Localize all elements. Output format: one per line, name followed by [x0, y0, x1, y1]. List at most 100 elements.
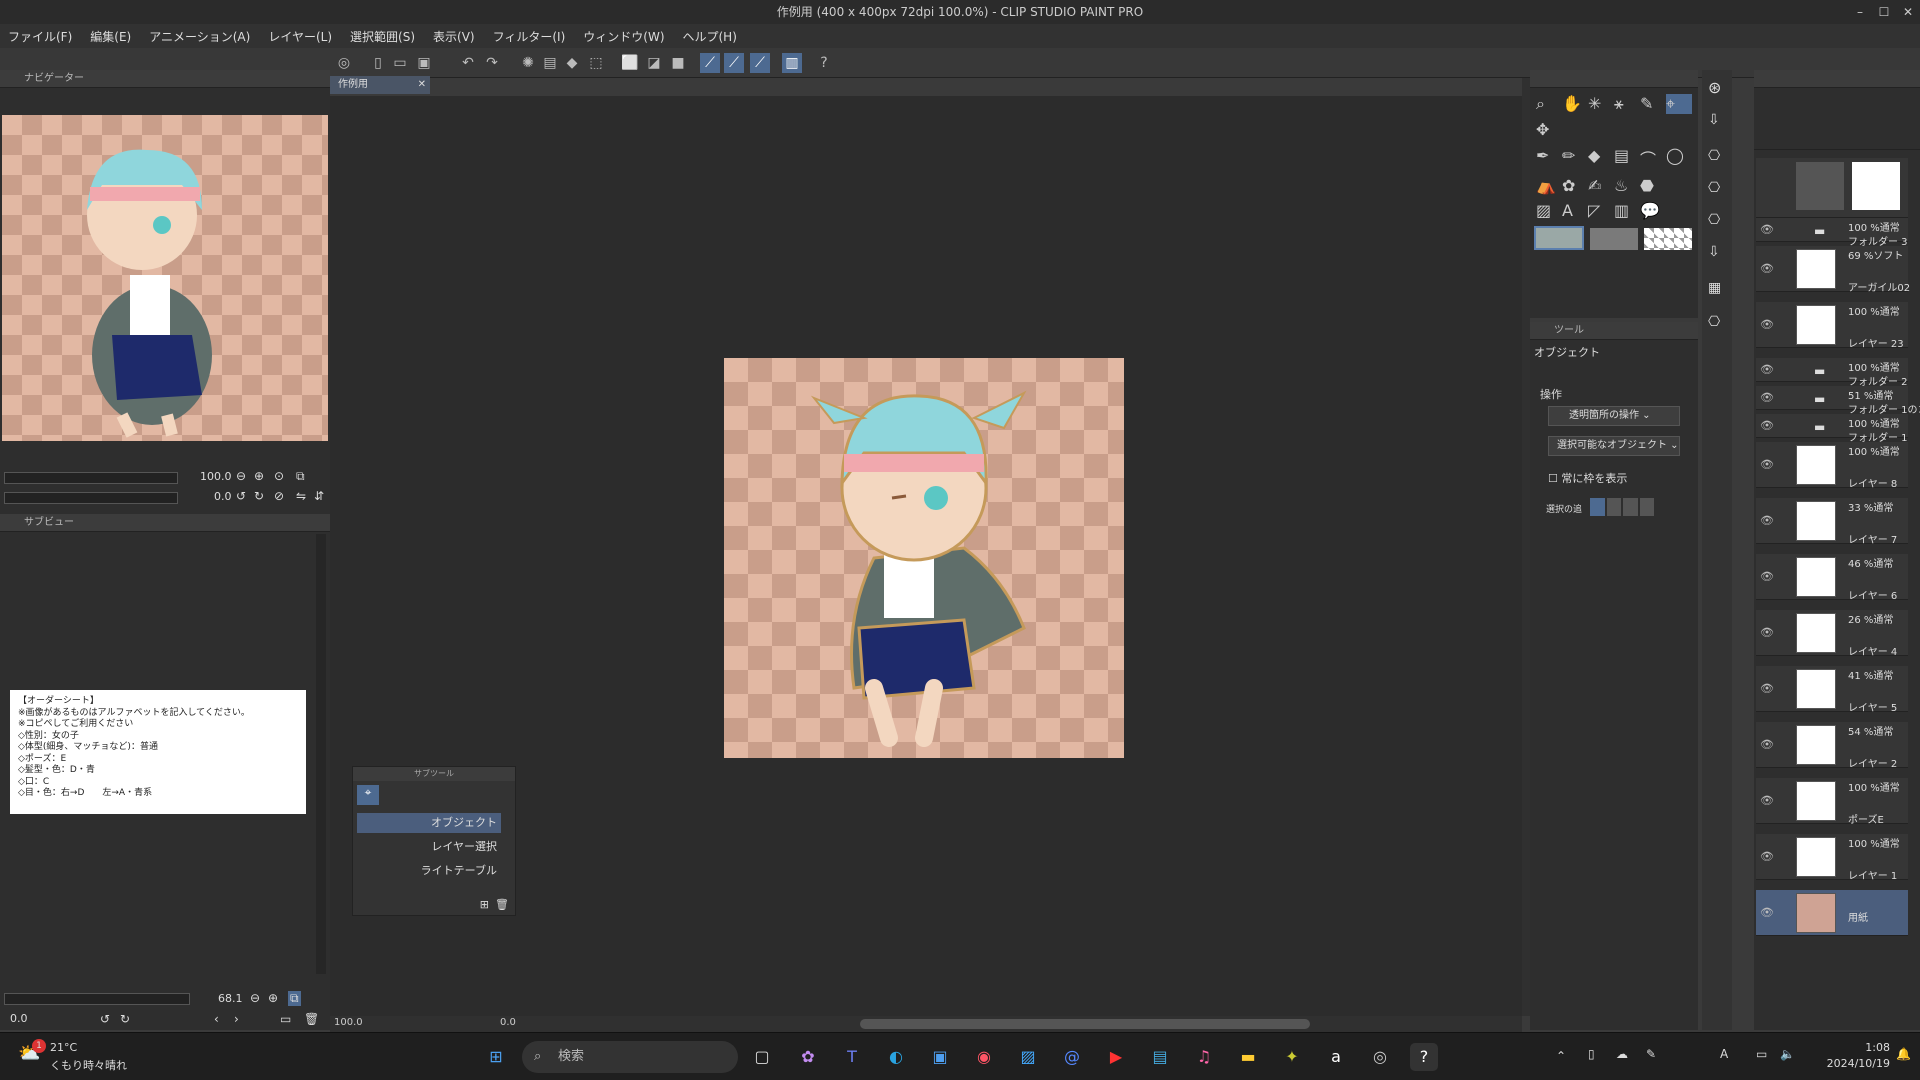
navigator-tab[interactable]: ナビゲーター	[0, 70, 330, 88]
menu-filter[interactable]: フィルター(I)	[493, 28, 566, 45]
clock-time[interactable]: 1:08	[1840, 1041, 1890, 1054]
blend-icon[interactable]: ✍	[1588, 176, 1614, 195]
menu-edit[interactable]: 編集(E)	[90, 28, 131, 45]
menu-help[interactable]: ヘルプ(H)	[683, 28, 737, 45]
horizontal-scrollbar[interactable]	[860, 1019, 1310, 1029]
sonet-icon[interactable]: ✦	[1278, 1043, 1306, 1071]
layer-row[interactable]: 👁 41 %通常 レイヤー 5	[1756, 666, 1908, 714]
fit-icon[interactable]: ⧉	[288, 991, 301, 1006]
sub-color-swatch[interactable]	[1590, 228, 1638, 250]
new-selection-icon[interactable]	[1590, 498, 1605, 516]
windows-start-icon[interactable]: ⊞	[482, 1043, 510, 1071]
transform-icon[interactable]: ⬚	[586, 53, 606, 73]
clear-icon[interactable]: ✺	[518, 53, 538, 73]
flip-vertical-icon[interactable]: ⇵	[314, 489, 324, 503]
auto-select-icon[interactable]: ✳	[1588, 94, 1614, 114]
store-icon[interactable]: ▣	[926, 1043, 954, 1071]
reference-icon[interactable]: ▥	[782, 53, 802, 73]
invert-selection-icon[interactable]: ◪	[644, 53, 664, 73]
clip-studio-taskbar-icon[interactable]: ◎	[1366, 1043, 1394, 1071]
visibility-icon[interactable]: 👁	[1760, 458, 1774, 471]
layer-row[interactable]: 👁 ▬ 100 %通常 フォルダー 3	[1756, 218, 1908, 248]
layer-row[interactable]: 👁 100 %通常 レイヤー 23	[1756, 302, 1908, 350]
object-tool-icon[interactable]: ⌖	[357, 785, 379, 805]
brush-icon[interactable]: ▤	[1614, 146, 1640, 170]
visibility-icon[interactable]: 👁	[1760, 794, 1774, 807]
lasso-icon[interactable]: ◯	[1666, 146, 1692, 170]
next-image-icon[interactable]: ›	[234, 1012, 239, 1026]
new-file-icon[interactable]: ▯	[368, 53, 388, 73]
layer-row[interactable]: 👁 用紙	[1756, 890, 1908, 936]
layer-row[interactable]: 👁 54 %通常 レイヤー 2	[1756, 722, 1908, 770]
fill-icon[interactable]: ◆	[562, 53, 582, 73]
save-icon[interactable]: ▣	[414, 53, 434, 73]
subtool-item-light-table[interactable]: ライトテーブル	[357, 861, 501, 881]
decoration-icon[interactable]: ✿	[1562, 176, 1588, 195]
bucket-icon[interactable]: ⬣	[1640, 176, 1666, 195]
calendar-icon[interactable]: ▦	[1708, 280, 1721, 296]
prev-image-icon[interactable]: ‹	[214, 1012, 219, 1026]
text-icon[interactable]: A	[1562, 201, 1588, 220]
usb-icon[interactable]: ▯	[1588, 1047, 1595, 1061]
vertical-scrollbar[interactable]	[1522, 78, 1530, 1016]
show-frame-checkbox[interactable]: ☐ 常に枠を表示	[1548, 470, 1627, 486]
layer-row[interactable]: 👁 100 %通常 ポーズE	[1756, 778, 1908, 826]
menu-file[interactable]: ファイル(F)	[8, 28, 72, 45]
tray-chevron-icon[interactable]: ⌃	[1556, 1049, 1566, 1063]
pencil-icon[interactable]: ✏	[1562, 146, 1588, 170]
frame-icon[interactable]: ◸	[1588, 201, 1614, 220]
youtube-icon[interactable]: ▶	[1102, 1043, 1130, 1071]
visibility-icon[interactable]: 👁	[1760, 570, 1774, 583]
layer-row[interactable]: 👁 33 %通常 レイヤー 7	[1756, 498, 1908, 546]
subview-tab[interactable]: サブビュー	[0, 514, 330, 532]
hand-tool-icon[interactable]: ✋	[1562, 94, 1588, 114]
intersect-selection-icon[interactable]	[1639, 498, 1654, 516]
visibility-icon[interactable]: 👁	[1760, 262, 1774, 275]
edge-icon[interactable]: ◐	[882, 1043, 910, 1071]
rotate-left-icon[interactable]: ↺	[236, 489, 246, 503]
eyedropper-icon[interactable]: ✎	[1640, 94, 1666, 114]
help-icon[interactable]: ?	[814, 53, 834, 73]
pen-tray-icon[interactable]: ✎	[1646, 1047, 1656, 1061]
clip-paint-taskbar-icon[interactable]: ?	[1410, 1043, 1438, 1071]
deselect-icon[interactable]: ⬜	[620, 53, 640, 73]
menu-window[interactable]: ウィンドウ(W)	[583, 28, 664, 45]
layer-row[interactable]: 👁 46 %通常 レイヤー 6	[1756, 554, 1908, 602]
move-layer-icon[interactable]: ✥	[1536, 120, 1562, 139]
layer-row[interactable]: 👁 100 %通常 レイヤー 1	[1756, 834, 1908, 882]
visibility-icon[interactable]: 👁	[1760, 363, 1774, 376]
select-tool-icon[interactable]: ⚹	[1614, 94, 1640, 114]
visibility-icon[interactable]: 👁	[1760, 626, 1774, 639]
menu-layer[interactable]: レイヤー(L)	[268, 28, 332, 45]
layer-row[interactable]: 👁 26 %通常 レイヤー 4	[1756, 610, 1908, 658]
zoom-in-icon[interactable]: ⊕	[254, 469, 264, 483]
balloon-icon[interactable]: 💬	[1640, 201, 1666, 220]
menu-animation[interactable]: アニメーション(A)	[149, 28, 250, 45]
zoom-tool-icon[interactable]: ⌕	[1536, 94, 1562, 114]
ime-icon[interactable]: A	[1720, 1047, 1728, 1061]
layer-row[interactable]: 👁 ▬ 100 %通常 フォルダー 1	[1756, 414, 1908, 444]
pen-icon[interactable]: ✒	[1536, 146, 1562, 170]
app-icon[interactable]: ◉	[970, 1043, 998, 1071]
snap-ruler-icon[interactable]: ⟋	[700, 53, 720, 73]
object-tool-icon[interactable]: ⌖	[1666, 94, 1692, 114]
search-icon[interactable]: ⊛	[1708, 78, 1721, 97]
rotation-slider[interactable]	[4, 492, 178, 504]
mail-icon[interactable]: @	[1058, 1043, 1086, 1071]
subview-scrollbar[interactable]	[316, 534, 326, 974]
rotate-right-icon[interactable]: ↻	[254, 489, 264, 503]
zoom-in-icon[interactable]: ⊕	[268, 991, 278, 1005]
canvas[interactable]	[724, 358, 1124, 758]
camera-icon[interactable]: ⎔	[1708, 148, 1720, 164]
onedrive-icon[interactable]: ☁	[1616, 1047, 1628, 1061]
task-view-icon[interactable]: ▢	[748, 1043, 776, 1071]
subtool-item-layer-select[interactable]: レイヤー選択	[357, 837, 501, 857]
add-selection-icon[interactable]	[1606, 498, 1621, 516]
flip-horizontal-icon[interactable]: ⇋	[296, 489, 306, 503]
search-box[interactable]: ⌕ 検索	[522, 1041, 738, 1073]
add-subtool-icon[interactable]: ⊞	[480, 898, 489, 911]
teams-icon[interactable]: T	[838, 1043, 866, 1071]
clear-outside-icon[interactable]: ▤	[540, 53, 560, 73]
layer-row[interactable]: 👁▬51 %通常フォルダー 1のコピ	[1756, 386, 1920, 416]
visibility-icon[interactable]: 👁	[1760, 318, 1774, 331]
